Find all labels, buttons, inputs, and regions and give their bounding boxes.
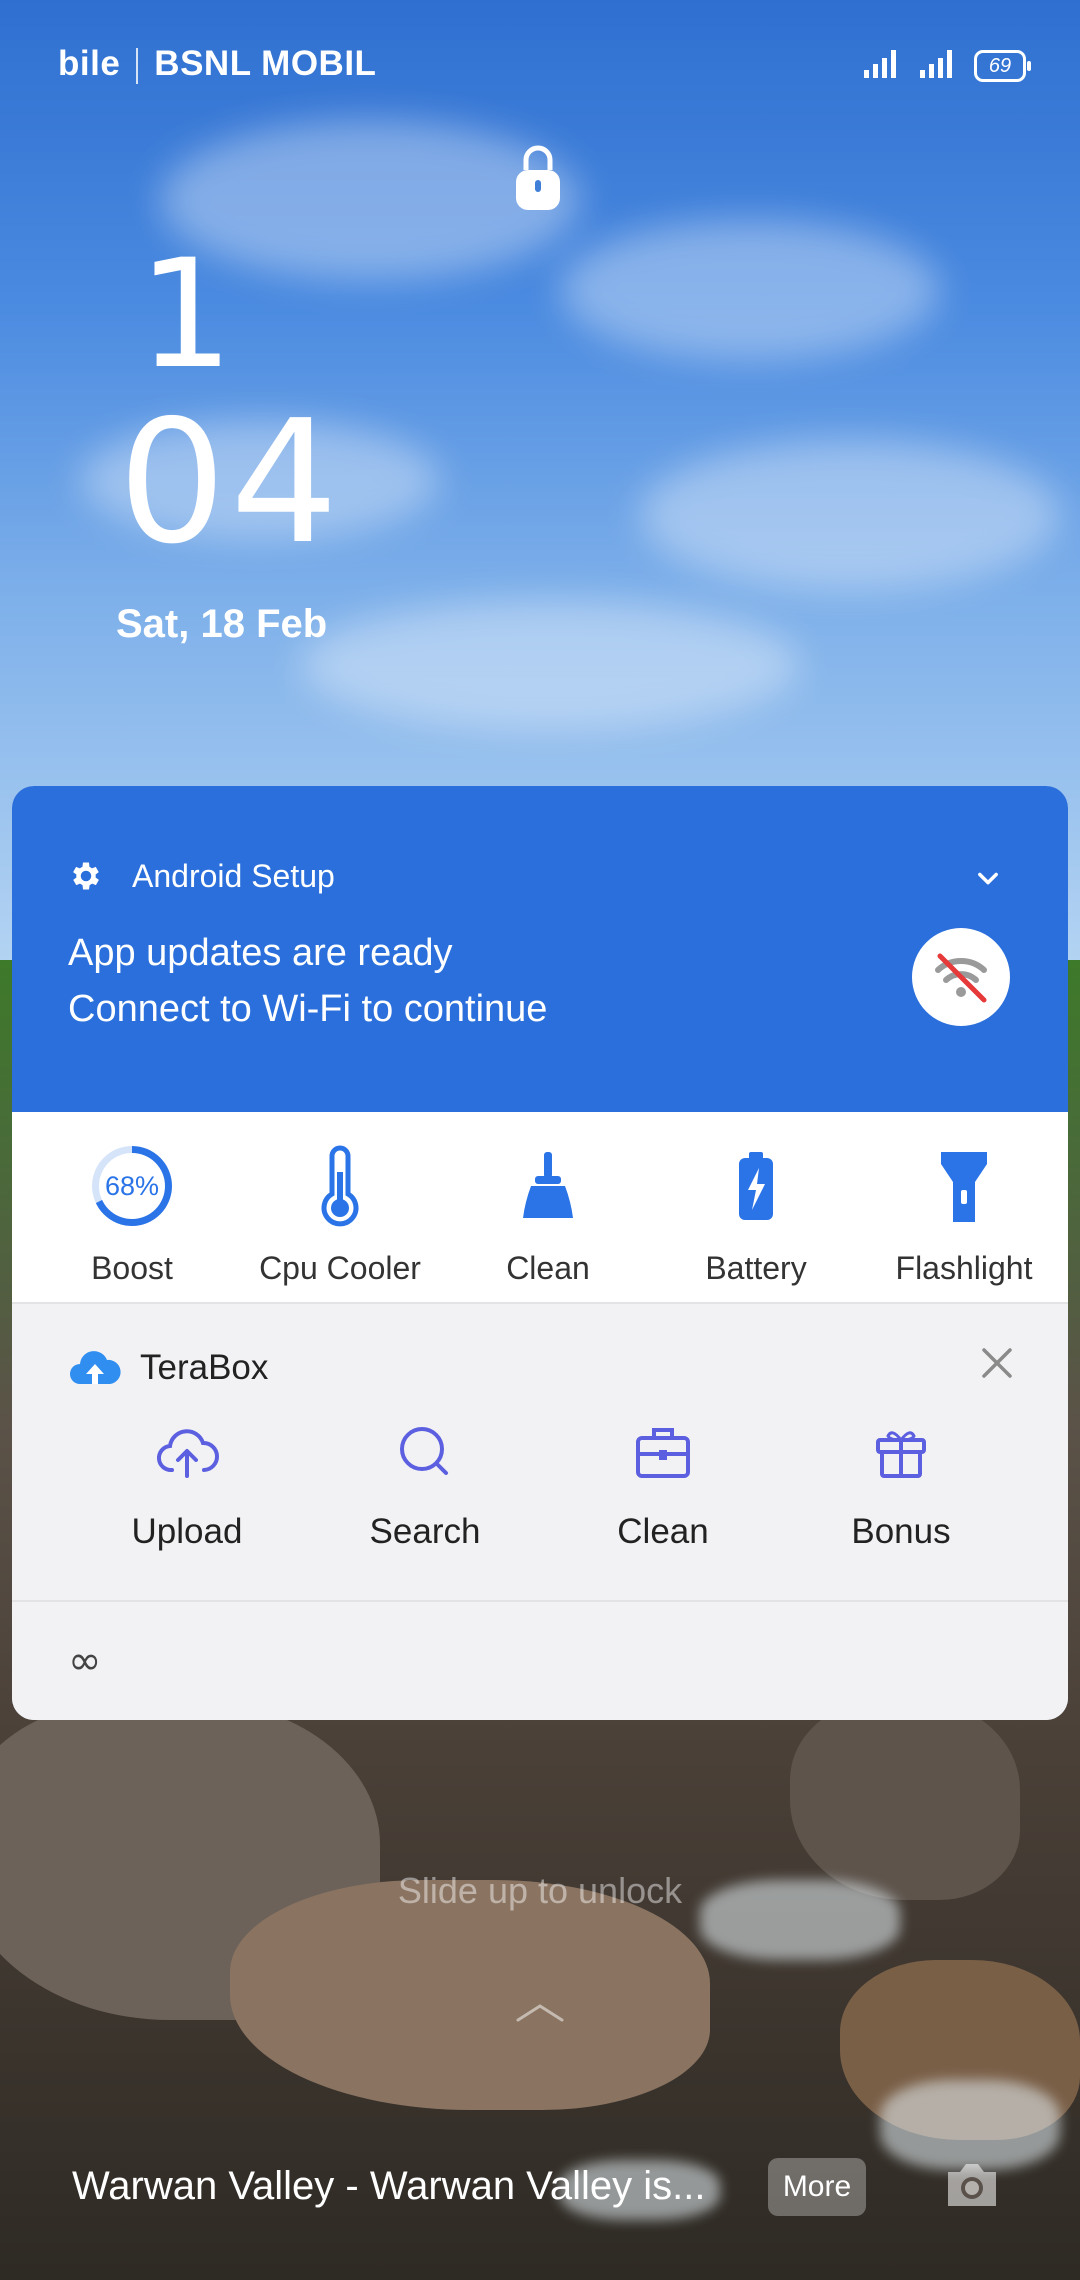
chevron-up-icon: [516, 2004, 564, 2022]
cloud-upload-icon: [157, 1429, 219, 1478]
boost-percent: 68%: [99, 1153, 165, 1219]
terabox-button-label: Search: [369, 1512, 481, 1551]
clock-hour: 1: [138, 228, 234, 402]
android-setup-notification[interactable]: Android Setup App updates are ready Conn…: [12, 786, 1068, 1112]
terabox-notification: TeraBox Upload Search Clean Bonus: [12, 1304, 1068, 1602]
infinity-icon: ∞: [68, 1638, 102, 1684]
wallpaper-caption[interactable]: Warwan Valley - Warwan Valley is...: [72, 2164, 706, 2209]
notification-body: Connect to Wi-Fi to continue: [68, 988, 548, 1030]
terabox-title: TeraBox: [140, 1348, 269, 1387]
tool-cpu-cooler[interactable]: Cpu Cooler: [236, 1112, 444, 1302]
gift-icon: [876, 1431, 926, 1478]
terabox-bonus-button[interactable]: Bonus: [782, 1404, 1020, 1574]
gear-icon: [73, 862, 99, 890]
tool-label: Battery: [705, 1250, 807, 1286]
tool-clean[interactable]: Clean: [444, 1112, 652, 1302]
chevron-down-icon[interactable]: [974, 864, 1002, 892]
close-icon[interactable]: [980, 1346, 1014, 1380]
carrier-names: bile BSNL MOBIL: [58, 44, 378, 84]
search-icon: [400, 1427, 448, 1475]
signal-icon: [864, 50, 896, 78]
toolbox-icon: [636, 1428, 690, 1478]
terabox-button-label: Clean: [617, 1512, 709, 1551]
terabox-upload-button[interactable]: Upload: [68, 1404, 306, 1574]
infinity-notification[interactable]: ∞: [12, 1602, 1068, 1720]
wifi-off-icon: [935, 953, 987, 1003]
terabox-button-label: Upload: [131, 1512, 243, 1551]
tool-label: Cpu Cooler: [259, 1250, 421, 1286]
terabox-clean-button[interactable]: Clean: [544, 1404, 782, 1574]
carrier-2: BSNL MOBIL: [154, 44, 377, 83]
tool-label: Boost: [91, 1250, 173, 1286]
boost-ring-icon: 68%: [92, 1146, 172, 1226]
terabox-logo-icon: [70, 1351, 121, 1384]
lock-date: Sat, 18 Feb: [116, 602, 328, 646]
tool-boost[interactable]: 68% Boost: [28, 1112, 236, 1302]
signal-icon-2: [920, 50, 952, 78]
more-button[interactable]: More: [768, 2158, 866, 2216]
battery-icon: [739, 1152, 773, 1220]
tool-label: Clean: [506, 1250, 590, 1286]
clock-minute: 04: [118, 384, 343, 582]
lock-icon[interactable]: [514, 142, 562, 212]
status-bar: bile BSNL MOBIL 69: [0, 0, 1080, 130]
flashlight-icon: [941, 1152, 987, 1222]
slide-up-hint: Slide up to unlock: [397, 1870, 683, 1911]
battery-indicator: 69: [974, 50, 1031, 82]
terabox-button-label: Bonus: [851, 1512, 951, 1551]
thermometer-icon: [321, 1145, 359, 1227]
carrier-1: bile: [58, 44, 121, 83]
tool-label: Flashlight: [895, 1250, 1033, 1286]
tool-flashlight[interactable]: Flashlight: [860, 1112, 1068, 1302]
terabox-search-button[interactable]: Search: [306, 1404, 544, 1574]
tool-battery[interactable]: Battery: [652, 1112, 860, 1302]
notification-panel: Android Setup App updates are ready Conn…: [12, 786, 1068, 1720]
notification-app-name: Android Setup: [132, 858, 335, 894]
notification-title: App updates are ready: [68, 932, 453, 974]
quick-tools-row: 68% Boost Cpu Cooler Clean Battery Flash…: [12, 1112, 1068, 1304]
wifi-button[interactable]: [912, 928, 1010, 1026]
carrier-separator: [136, 47, 139, 84]
camera-icon[interactable]: [942, 2158, 1002, 2212]
broom-icon: [523, 1152, 573, 1218]
